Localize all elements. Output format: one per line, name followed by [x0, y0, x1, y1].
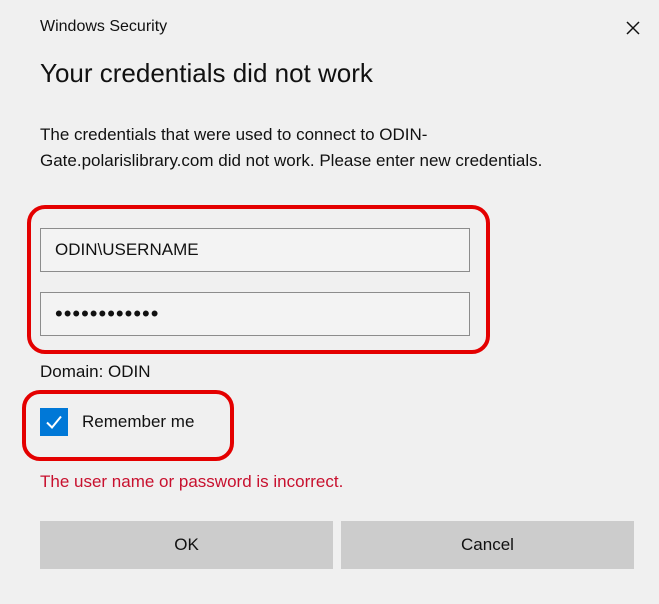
domain-label: Domain: ODIN: [40, 362, 151, 381]
close-button[interactable]: [617, 12, 649, 44]
ok-button[interactable]: OK: [40, 521, 333, 569]
close-icon: [626, 21, 640, 35]
error-message: The user name or password is incorrect.: [40, 472, 344, 491]
username-field[interactable]: [40, 228, 470, 272]
window-title: Windows Security: [40, 18, 168, 35]
checkbox-box[interactable]: [40, 408, 68, 436]
remember-me-label: Remember me: [82, 412, 195, 431]
cancel-button[interactable]: Cancel: [341, 521, 634, 569]
dialog-heading: Your credentials did not work: [40, 58, 373, 88]
password-field[interactable]: [40, 292, 470, 336]
dialog-message: The credentials that were used to connec…: [40, 125, 543, 170]
windows-security-dialog: Windows Security Your credentials did no…: [0, 0, 659, 604]
checkmark-icon: [46, 415, 62, 429]
remember-me-checkbox[interactable]: Remember me: [40, 408, 194, 436]
